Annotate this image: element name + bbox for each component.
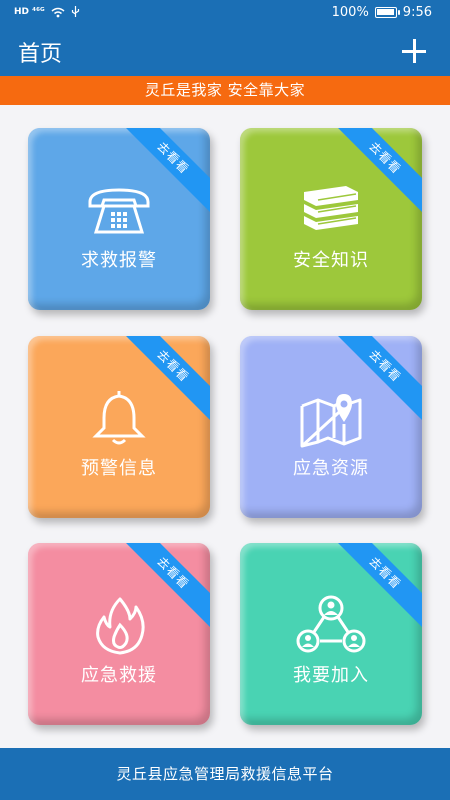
tile-warning-info[interactable]: 预警信息 去看看 [28, 336, 210, 518]
status-right: 100% 9:56 [332, 5, 432, 20]
footer-platform-name: 灵丘县应急管理局救援信息平台 [0, 748, 450, 800]
wifi-icon [51, 7, 65, 17]
network-users-icon [296, 595, 366, 653]
tile-label: 求救报警 [81, 250, 157, 271]
tile-label: 安全知识 [293, 250, 369, 271]
battery-icon [374, 7, 400, 18]
usb-icon [71, 6, 79, 17]
telephone-icon [88, 188, 150, 234]
tile-emergency-call[interactable]: 求救报警 去看看 [28, 128, 210, 310]
app-bar: 首页 [0, 26, 450, 76]
page-title: 首页 [18, 42, 63, 67]
battery-percent: 100% [331, 5, 369, 20]
tile-label: 预警信息 [81, 458, 157, 479]
tile-emergency-resources[interactable]: 应急资源 去看看 [240, 336, 422, 518]
tile-safety-knowledge[interactable]: 安全知识 去看看 [240, 128, 422, 310]
tile-label: 应急救援 [81, 665, 157, 686]
network-indicator: HD ⁴⁶ᴳ [14, 7, 45, 17]
tile-emergency-rescue[interactable]: 应急救援 去看看 [28, 543, 210, 725]
tile-label: 我要加入 [293, 665, 369, 686]
tile-join-us[interactable]: 我要加入 去看看 [240, 543, 422, 725]
plus-icon[interactable] [402, 39, 426, 63]
flame-icon [96, 597, 145, 655]
books-icon [304, 186, 358, 230]
battery-fill [376, 9, 394, 15]
tile-label: 应急资源 [293, 458, 369, 479]
slogan-banner: 灵丘是我家 安全靠大家 [0, 76, 450, 105]
status-bar: HD ⁴⁶ᴳ 100% 9:56 [0, 0, 450, 26]
bell-icon [92, 391, 146, 445]
status-left: HD ⁴⁶ᴳ [14, 6, 80, 18]
map-pin-icon [300, 394, 362, 448]
clock: 9:56 [402, 5, 432, 20]
